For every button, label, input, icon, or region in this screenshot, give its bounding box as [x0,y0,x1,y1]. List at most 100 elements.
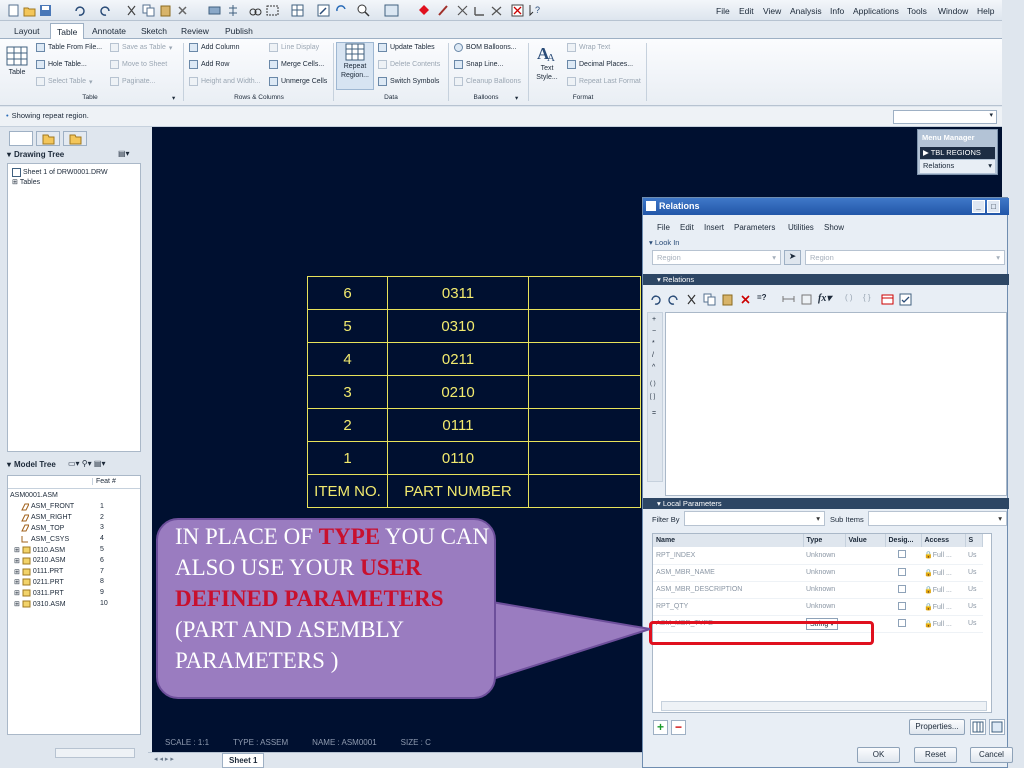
dialog-menu-show[interactable]: Show [824,223,844,232]
parameter-name[interactable]: RPT_INDEX [653,547,803,565]
tree-item-sheet[interactable]: Sheet 1 of DRW0001.DRW [12,168,108,177]
designate-checkbox[interactable] [885,564,921,582]
relations-editor[interactable] [665,312,1007,496]
menu-manager-relations[interactable]: Relations ▾ [920,160,995,173]
sub-items-dropdown[interactable]: ▾ [868,511,1007,526]
add-parameter-icon[interactable]: + [653,720,668,735]
look-in-type-dropdown[interactable]: Region ▾ [652,250,781,265]
item-number-cell[interactable]: 1 [307,441,388,475]
part-number-cell[interactable]: PART NUMBER [387,474,529,508]
snap-line-button[interactable]: Snap Line... [454,60,503,69]
part-number-cell[interactable]: 0211 [387,342,529,376]
parameter-type[interactable]: Unknown [803,564,845,582]
part-number-cell[interactable]: 0311 [387,276,529,310]
new-file-icon[interactable] [6,3,21,18]
parameters-scrollbar[interactable] [661,701,987,711]
units-icon[interactable] [782,293,795,306]
ok-button[interactable]: OK [857,747,900,763]
repeat-last-format-button[interactable]: Repeat Last Format [567,77,641,86]
part-number-cell[interactable]: 0310 [387,309,529,343]
dialog-title-bar[interactable]: Relations _ □ [643,198,1009,215]
filter-by-dropdown[interactable]: ▾ [684,511,825,526]
table-row[interactable]: 3 0210 [307,375,641,409]
redo-icon[interactable] [667,293,680,306]
expand-icon[interactable]: ⊞ [14,589,20,597]
relations-section-header[interactable]: ▾ Relations [643,274,1009,285]
undo-icon[interactable] [649,293,662,306]
paginate-button[interactable]: Paginate... [110,77,155,86]
menu-file[interactable]: File [716,6,730,16]
copy-icon[interactable] [141,3,156,18]
csys-tool-icon[interactable] [472,3,487,18]
paste-icon[interactable] [158,3,173,18]
menu-applications[interactable]: Applications [853,6,899,16]
undo-icon[interactable] [72,3,87,18]
evaluate-icon[interactable]: =? [757,293,777,306]
parameter-type[interactable]: Unknown [803,547,845,565]
parameter-value[interactable] [845,547,885,565]
operator-brackets[interactable]: [ ] [650,394,655,400]
expand-icon[interactable]: ⊞ [14,546,20,554]
operator-divide[interactable]: / [652,352,654,359]
model-tree-item[interactable]: ASM0001.ASM [10,492,58,499]
regenerate-icon[interactable] [207,3,222,18]
parameter-row[interactable]: RPT_QTY Unknown 🔒Full ... Us [653,598,983,616]
datum-point-icon[interactable] [417,3,432,18]
display-style-icon[interactable] [384,3,399,18]
tab-sketch[interactable]: Sketch [135,23,173,39]
model-tree-item[interactable]: ⊞ 0111.PRT [14,568,63,576]
designate-checkbox[interactable] [885,598,921,616]
cut-icon[interactable] [685,293,698,306]
verify-icon[interactable] [899,293,912,306]
align-icon[interactable] [226,3,241,18]
dialog-menu-edit[interactable]: Edit [680,223,694,232]
model-tree-tab-icon[interactable] [9,131,33,146]
sketch-tool-icon[interactable] [436,3,451,18]
table-row[interactable]: ITEM NO. PART NUMBER [307,474,641,508]
menu-edit[interactable]: Edit [739,6,754,16]
parameter-access[interactable]: 🔒Full ... [921,547,965,565]
remove-parameter-icon[interactable]: − [671,720,686,735]
tree-item-tables[interactable]: ⊞ Tables [12,178,40,187]
dialog-menu-insert[interactable]: Insert [704,223,724,232]
feat-num-column-header[interactable]: Feat # [92,478,116,485]
folder-browser-tab-icon[interactable] [36,131,60,146]
dialog-menu-utilities[interactable]: Utilities [788,223,814,232]
parameter-row[interactable]: ASM_MBR_NAME Unknown 🔒Full ... Us [653,564,983,582]
designate-checkbox[interactable] [885,615,921,633]
item-number-cell[interactable]: 5 [307,309,388,343]
maximize-icon[interactable]: □ [987,200,1000,213]
drawing-tree-header[interactable]: ▾ Drawing Tree [7,150,64,159]
empty-cell[interactable] [528,342,641,376]
parameter-access[interactable]: 🔒Full ... [921,615,965,633]
function-icon[interactable]: fx▾ [818,293,840,306]
col-type[interactable]: Type [803,534,846,547]
designate-checkbox[interactable] [885,547,921,565]
minimize-icon[interactable]: _ [972,200,985,213]
item-number-cell[interactable]: 6 [307,276,388,310]
smart-filter-dropdown[interactable]: ▾ [893,110,997,124]
favorites-tab-icon[interactable] [63,131,87,146]
update-tables-button[interactable]: Update Tables [378,43,435,52]
expand-icon[interactable]: ⊞ [14,578,20,586]
tree-filter-icon[interactable]: ▭▾ ⚲▾ ▤▾ [68,459,105,468]
reset-button[interactable]: Reset [914,747,957,763]
checkbox-icon[interactable] [898,550,906,559]
operator-minus[interactable]: − [652,328,656,335]
parameter-value[interactable] [845,598,885,616]
look-in-header[interactable]: ▾ Look In [649,238,679,247]
parameter-name[interactable]: ASM_MBR_DESCRIPTION [653,581,803,599]
col-value[interactable]: Value [845,534,886,547]
cut-icon[interactable] [124,3,139,18]
text-style-button[interactable]: AA Text Style... [534,43,560,82]
height-width-button[interactable]: Height and Width... [189,77,261,86]
parameter-value[interactable] [845,564,885,582]
properties-button[interactable]: Properties... [909,719,965,735]
table-from-file-button[interactable]: Table From File... [36,43,102,52]
empty-cell[interactable] [528,276,641,310]
empty-cell[interactable] [528,474,641,508]
expand-icon[interactable]: ⊞ [14,600,20,608]
parameter-name[interactable]: ASM_MBR_NAME [653,564,803,582]
sort-icon[interactable] [800,293,813,306]
empty-cell[interactable] [528,408,641,442]
